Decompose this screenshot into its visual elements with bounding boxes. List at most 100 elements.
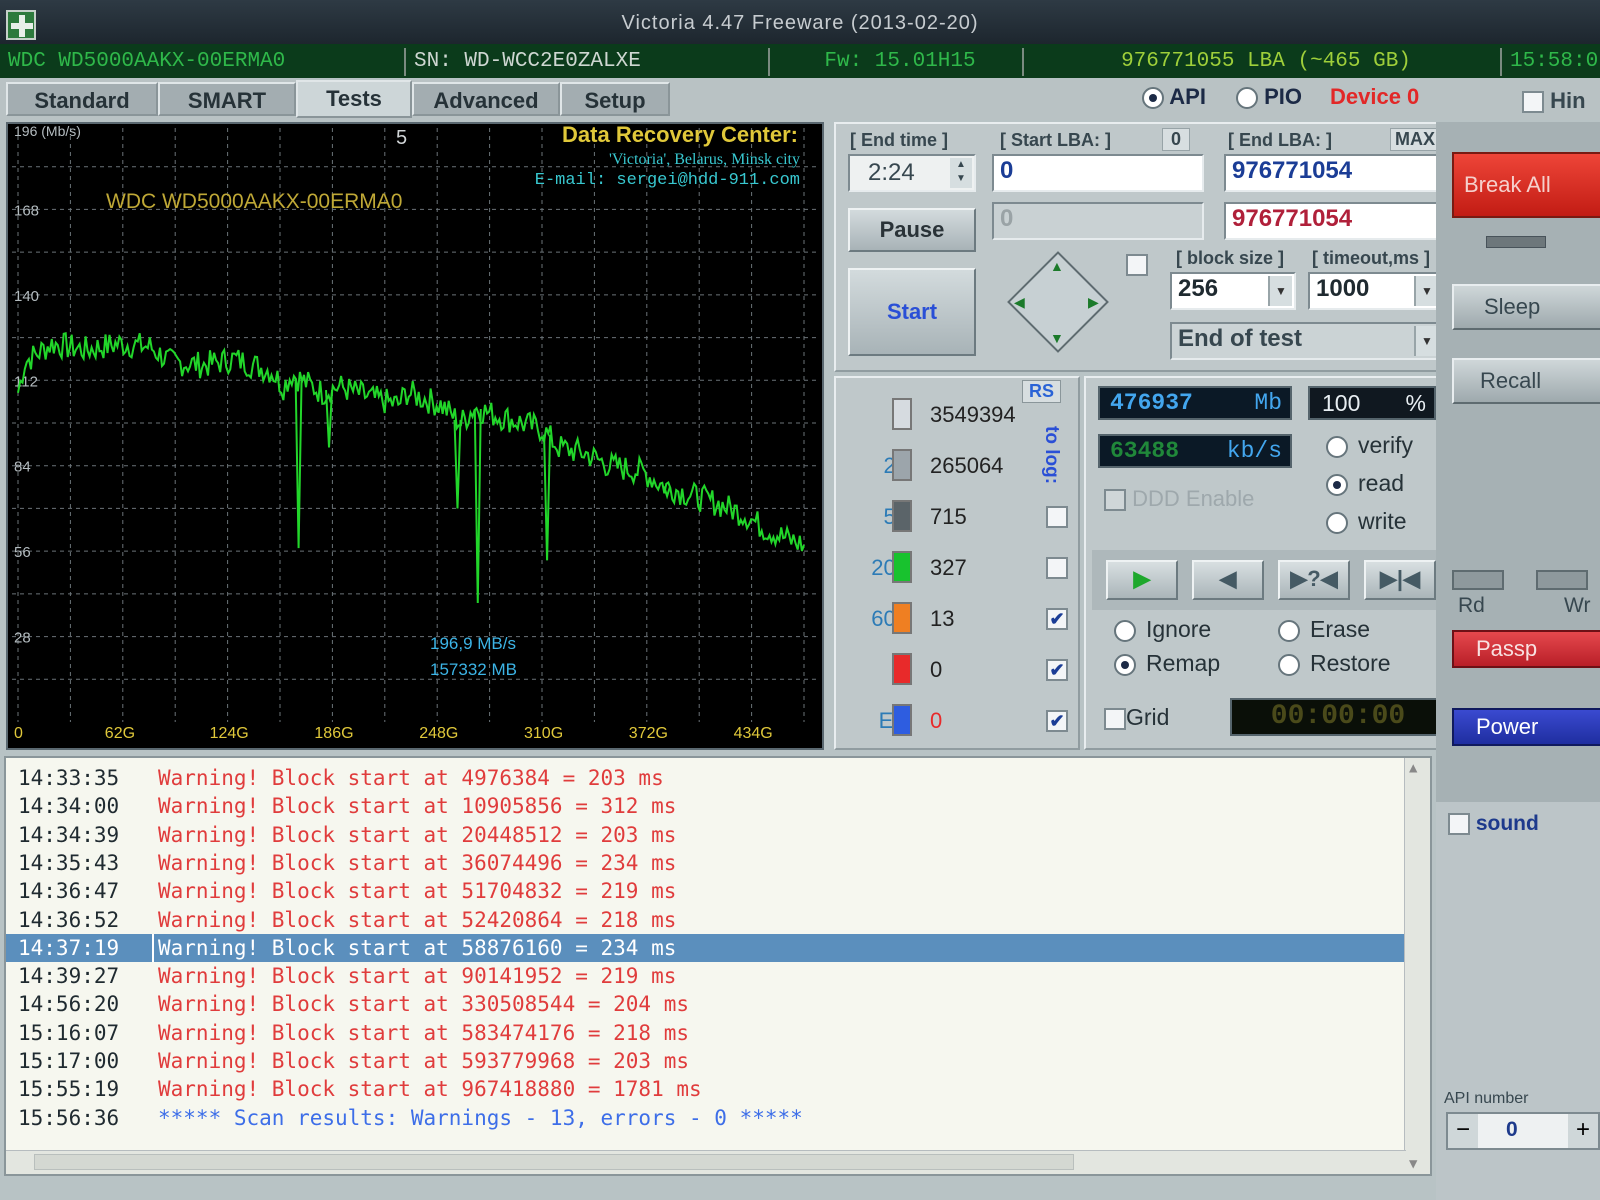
block-log-checkbox[interactable]: ✔ [1046,710,1068,732]
log-horizontal-thumb[interactable] [34,1154,1074,1170]
decrement-icon[interactable]: − [1448,1114,1478,1148]
butterfly-button[interactable]: ▶|◀ [1364,560,1436,600]
tab-smart[interactable]: SMART [158,82,296,116]
ddd-enable-checkbox[interactable] [1104,489,1126,512]
scroll-down-icon[interactable]: ▼ [1409,1156,1417,1172]
arrow-up-icon[interactable]: ▲ [1050,258,1064,274]
tab-standard[interactable]: Standard [6,82,158,116]
start-lba-reset[interactable]: 0 [1162,128,1191,151]
restore-radio[interactable] [1278,653,1300,676]
sleep-button[interactable]: Sleep [1452,284,1600,330]
grid-label: Grid [1126,704,1170,730]
play-forward-button[interactable]: ▶ [1106,560,1178,600]
sound-checkbox[interactable] [1448,813,1470,836]
passp-button[interactable]: Passp [1452,630,1600,668]
api-number-stepper[interactable]: − 0 + [1446,1112,1600,1150]
power-button[interactable]: Power [1452,708,1600,746]
remap-option[interactable]: Remap [1114,650,1220,677]
block-size-value: 256 [1178,275,1219,302]
end-of-test-dropdown-icon[interactable]: ▼ [1414,326,1438,356]
ignore-option[interactable]: Ignore [1114,616,1211,643]
hint-option[interactable]: Hin [1522,88,1586,114]
block-log-checkbox[interactable]: ✔ [1046,608,1068,630]
increment-icon[interactable]: + [1568,1114,1598,1148]
recall-button[interactable]: Recall [1452,358,1600,404]
play-backward-button[interactable]: ◀ [1192,560,1264,600]
pio-option[interactable]: PIO [1236,84,1302,110]
grid-checkbox[interactable] [1104,707,1126,730]
erase-radio[interactable] [1278,619,1300,642]
ddd-enable-option[interactable]: DDD Enable [1104,486,1254,512]
verify-option[interactable]: verify [1326,432,1413,459]
scroll-up-icon[interactable]: ▲ [1409,760,1417,776]
block-log-checkbox[interactable] [1046,506,1068,528]
log-time: 14:36:47 [18,879,120,904]
log-row[interactable]: 14:39:27 Warning! Block start at 90141952… [6,962,1406,990]
api-option[interactable]: API [1142,84,1206,110]
log-row[interactable]: 14:36:47 Warning! Block start at 51704832… [6,877,1406,905]
write-label: write [1358,508,1407,534]
log-message: Warning! Block start at 36074496 = 234 m… [158,850,677,875]
log-row[interactable]: 15:16:07 Warning! Block start at 58347417… [6,1019,1406,1047]
arrow-right-icon[interactable]: ▶ [1088,294,1099,311]
restore-option[interactable]: Restore [1278,650,1391,677]
timeout-select[interactable]: 1000 ▼ [1308,272,1442,310]
break-all-button[interactable]: Break All [1452,152,1600,218]
tab-setup[interactable]: Setup [560,82,670,116]
block-size-dropdown-icon[interactable]: ▼ [1268,276,1292,306]
log-row[interactable]: 14:36:52 Warning! Block start at 52420864… [6,906,1406,934]
tab-advanced[interactable]: Advanced [412,82,560,116]
tab-tests[interactable]: Tests [296,80,412,118]
log-row[interactable]: 14:33:35 Warning! Block start at 4976384 … [6,764,1406,792]
pause-button[interactable]: Pause [848,208,976,252]
remap-radio[interactable] [1114,653,1136,676]
log-row[interactable]: 14:37:19 Warning! Block start at 58876160… [6,933,1406,962]
hint-checkbox[interactable] [1522,91,1544,114]
end-time-field[interactable]: 2:24 ▲ ▼ [848,154,976,192]
sound-option[interactable]: sound [1448,812,1539,836]
block-size-select[interactable]: 256 ▼ [1170,272,1296,310]
mb-readout: 476937 Mb [1098,386,1292,420]
end-time-spinner[interactable]: ▲ ▼ [950,158,972,188]
pio-radio[interactable] [1236,87,1258,110]
log-row[interactable]: 15:56:36 ***** Scan results: Warnings - 1… [6,1104,1406,1132]
random-seek-button[interactable]: ▶?◀ [1278,560,1350,600]
write-radio[interactable] [1326,511,1348,534]
verify-radio[interactable] [1326,435,1348,458]
write-option[interactable]: write [1326,508,1407,535]
read-radio[interactable] [1326,473,1348,496]
ignore-radio[interactable] [1114,619,1136,642]
log-vertical-scrollbar[interactable]: ▲ ▼ [1404,758,1430,1174]
block-log-checkbox[interactable] [1046,557,1068,579]
log-row[interactable]: 15:55:19 Warning! Block start at 96741888… [6,1075,1406,1103]
api-radio[interactable] [1142,87,1164,110]
block-row: 600 13 ✔ [836,600,1086,640]
start-button[interactable]: Start [848,268,976,356]
end-lba-field-2[interactable]: 976771054 [1224,202,1442,240]
block-color-swatch [892,602,912,634]
arrow-left-icon[interactable]: ◀ [1014,294,1025,311]
grid-option[interactable]: Grid [1104,704,1169,731]
log-row[interactable]: 14:35:43 Warning! Block start at 36074496… [6,849,1406,877]
erase-option[interactable]: Erase [1278,616,1370,643]
block-count: 715 [930,504,967,529]
direction-checkbox[interactable] [1126,254,1148,276]
log-row[interactable]: 14:56:20 Warning! Block start at 33050854… [6,990,1406,1018]
timeout-dropdown-icon[interactable]: ▼ [1414,276,1438,306]
arrow-down-icon[interactable]: ▼ [1050,330,1064,346]
log-time: 14:35:43 [18,850,120,875]
block-log-checkbox[interactable]: ✔ [1046,659,1068,681]
playback-bar: ▶ ◀ ▶?◀ ▶|◀ [1092,550,1448,610]
log-row[interactable]: 14:34:39 Warning! Block start at 20448512… [6,821,1406,849]
read-option[interactable]: read [1326,470,1404,497]
log-row[interactable]: 15:17:00 Warning! Block start at 59377996… [6,1047,1406,1075]
end-of-test-select[interactable]: End of test ▼ [1170,322,1442,360]
log-horizontal-scrollbar[interactable] [6,1150,1406,1174]
mb-unit: Mb [1254,390,1282,416]
end-lba-field[interactable]: 976771054 [1224,154,1442,192]
direction-pad[interactable]: ▲ ▼ ◀ ▶ [1006,250,1110,354]
start-lba-field[interactable]: 0 [992,154,1204,192]
log-row[interactable]: 14:34:00 Warning! Block start at 10905856… [6,792,1406,820]
end-lba-max[interactable]: MAX [1390,128,1440,151]
y-tick-label: 28 [14,630,31,647]
